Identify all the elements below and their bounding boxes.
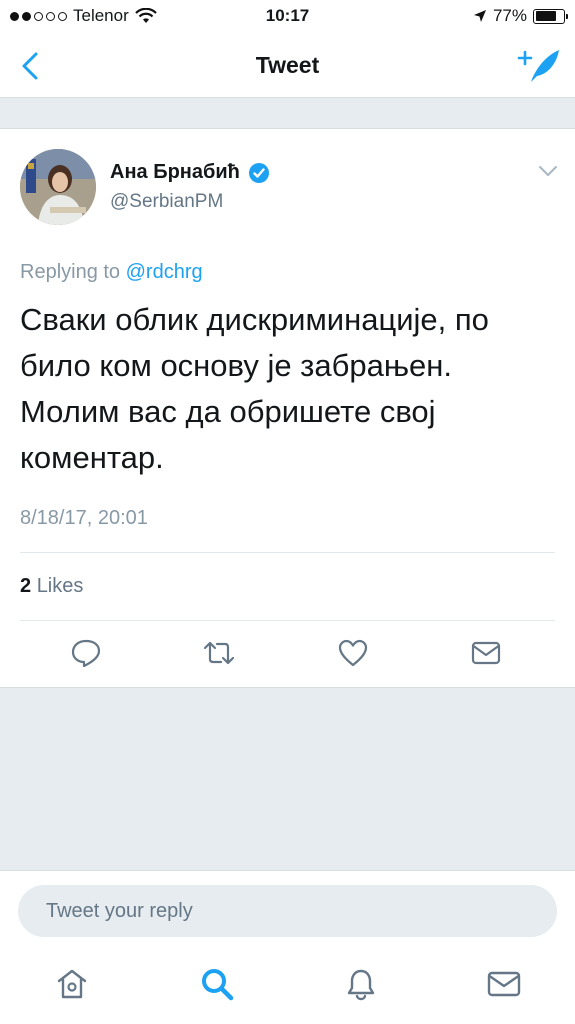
verified-badge-icon xyxy=(248,162,269,183)
compose-quill-icon[interactable] xyxy=(517,46,561,86)
bell-icon[interactable] xyxy=(343,966,379,1002)
location-arrow-icon xyxy=(473,10,486,22)
envelope-icon[interactable] xyxy=(486,966,522,1002)
battery-percent: 77% xyxy=(492,6,527,25)
status-bar: Telenor 10:17 77% xyxy=(0,0,575,34)
reply-bubble-icon[interactable] xyxy=(70,637,102,669)
author-handle[interactable]: @SerbianPM xyxy=(110,191,223,213)
battery-icon xyxy=(533,8,568,24)
navigation-bar: Tweet xyxy=(0,34,575,98)
reply-input[interactable]: Tweet your reply xyxy=(18,885,557,937)
likes-count: 2 xyxy=(20,575,32,597)
author-name[interactable]: Ана Брнабић xyxy=(110,161,240,184)
retweet-icon[interactable] xyxy=(203,637,235,669)
reply-bar: Tweet your reply xyxy=(0,870,575,950)
tweet-detail: Ана Брнабић @SerbianPM Replying to @rdch… xyxy=(0,128,575,688)
envelope-icon[interactable] xyxy=(470,637,502,669)
replying-prefix: Replying to xyxy=(20,261,121,283)
author-name-row[interactable]: Ана Брнабић xyxy=(110,161,270,184)
likes-label: Likes xyxy=(36,575,84,597)
tab-bar xyxy=(0,950,575,1024)
divider xyxy=(20,552,555,553)
tweet-text: Сваки облик дискриминације, по било ком … xyxy=(20,302,489,475)
chevron-down-icon[interactable] xyxy=(537,163,559,179)
replying-to-mention[interactable]: @rdchrg xyxy=(126,261,203,283)
search-icon[interactable] xyxy=(199,966,235,1002)
tweet-timestamp: 8/18/17, 20:01 xyxy=(20,507,148,529)
divider xyxy=(20,620,555,621)
home-icon[interactable] xyxy=(54,966,90,1002)
page-title: Tweet xyxy=(255,52,320,78)
status-right: 77% xyxy=(473,6,568,26)
avatar[interactable] xyxy=(20,149,96,225)
likes-summary[interactable]: 2 Likes xyxy=(20,575,83,598)
replying-to-line: Replying to @rdchrg xyxy=(20,261,203,284)
heart-icon[interactable] xyxy=(337,637,369,669)
